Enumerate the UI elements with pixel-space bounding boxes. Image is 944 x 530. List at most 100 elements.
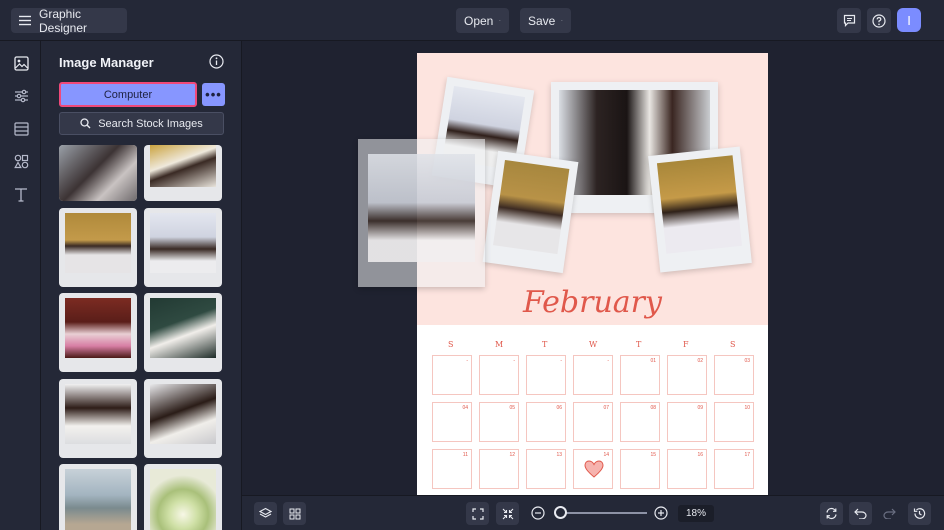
app: Graphic Designer Open Save I Image Manag…	[0, 0, 944, 530]
layers-button[interactable]	[254, 502, 277, 525]
calendar-day-cell[interactable]: 02	[667, 355, 707, 395]
app-menu-button[interactable]: Graphic Designer	[11, 6, 127, 35]
calendar-day-cell[interactable]: 13	[526, 449, 566, 489]
shapes-icon[interactable]	[12, 152, 30, 170]
image-thumbnail[interactable]	[59, 379, 137, 458]
day-number: -	[607, 358, 609, 364]
day-number: 08	[650, 405, 656, 411]
help-icon	[872, 13, 886, 28]
calendar-day-cell[interactable]: 04	[432, 402, 472, 442]
image-thumbnail[interactable]	[144, 145, 222, 201]
collage-photo[interactable]	[648, 146, 752, 273]
top-bar: Graphic Designer Open Save I	[0, 0, 944, 41]
zoom-level[interactable]: 18%	[678, 505, 714, 522]
calendar-day-cell[interactable]: -	[526, 355, 566, 395]
open-menu-button[interactable]: Open	[456, 8, 509, 33]
weekday-label: S	[730, 340, 736, 349]
comments-button[interactable]	[837, 8, 861, 33]
redo-button[interactable]	[878, 502, 901, 525]
day-number: 07	[603, 405, 609, 411]
actual-size-button[interactable]	[496, 502, 519, 525]
grid-icon	[289, 508, 300, 519]
day-number: -	[466, 358, 468, 364]
image-thumbnail[interactable]	[59, 293, 137, 372]
replace-image-button[interactable]	[820, 502, 843, 525]
zoom-out-icon[interactable]	[531, 506, 545, 520]
image-thumbnail[interactable]	[59, 145, 137, 201]
calendar-day-cell[interactable]: -	[573, 355, 613, 395]
zoom-slider-handle[interactable]	[554, 506, 567, 519]
calendar-day-cell[interactable]: 17	[714, 449, 754, 489]
open-label: Open	[464, 13, 494, 28]
tool-rail	[0, 41, 41, 530]
search-icon	[80, 118, 91, 129]
month-title[interactable]: February	[417, 285, 768, 320]
day-number: 13	[556, 452, 562, 458]
fit-screen-icon	[471, 507, 484, 520]
save-label: Save	[528, 13, 556, 28]
day-number: -	[560, 358, 562, 364]
day-number: 11	[462, 452, 468, 458]
collage-photo[interactable]	[482, 150, 579, 274]
app-title: Graphic Designer	[39, 6, 88, 35]
undo-button[interactable]	[849, 502, 872, 525]
calendar-day-cell[interactable]: 05	[479, 402, 519, 442]
calendar-day-cell[interactable]: 11	[432, 449, 472, 489]
calendar-day-cell[interactable]: 07	[573, 402, 613, 442]
weekday-label: T	[542, 340, 548, 349]
day-number: 10	[744, 405, 750, 411]
calendar-day-cell[interactable]: 16	[667, 449, 707, 489]
image-icon[interactable]	[12, 54, 30, 72]
image-thumbnail[interactable]	[59, 208, 137, 287]
upload-computer-button[interactable]: Computer	[59, 82, 197, 107]
calendar-day-cell[interactable]: 15	[620, 449, 660, 489]
calendar-day-cell[interactable]: 06	[526, 402, 566, 442]
day-number: 16	[697, 452, 703, 458]
avatar[interactable]: I	[897, 8, 921, 32]
calendar-day-cell[interactable]: -	[479, 355, 519, 395]
layout-icon[interactable]	[12, 120, 30, 138]
calendar-day-cell[interactable]: -	[432, 355, 472, 395]
calendar-day-cell[interactable]: 14	[573, 449, 613, 489]
image-thumbnail[interactable]	[144, 208, 222, 287]
day-number: 09	[697, 405, 703, 411]
image-thumbnail[interactable]	[144, 293, 222, 372]
weekday-label: W	[589, 340, 598, 349]
shrink-icon	[502, 508, 513, 519]
zoom-slider-track[interactable]	[561, 512, 647, 514]
search-stock-label: Search Stock Images	[98, 117, 203, 130]
panel-title: Image Manager	[59, 55, 154, 70]
weekday-label: F	[683, 340, 689, 349]
more-options-button[interactable]: •••	[202, 83, 225, 106]
redo-icon	[883, 508, 896, 519]
text-icon[interactable]	[12, 185, 30, 203]
day-number: -	[513, 358, 515, 364]
weekday-label: S	[448, 340, 454, 349]
chevron-down-icon	[561, 20, 563, 21]
day-number: 15	[650, 452, 656, 458]
sliders-icon[interactable]	[12, 87, 30, 105]
day-number: 04	[462, 405, 468, 411]
info-icon[interactable]	[209, 54, 224, 69]
calendar-day-cell[interactable]: 12	[479, 449, 519, 489]
image-thumbnail[interactable]	[144, 379, 222, 458]
calendar-day-cell[interactable]: 09	[667, 402, 707, 442]
weekday-label: T	[636, 340, 642, 349]
day-number: 03	[744, 358, 750, 364]
search-stock-images-button[interactable]: Search Stock Images	[59, 112, 224, 135]
chevron-down-icon	[499, 20, 501, 21]
grid-view-button[interactable]	[283, 502, 306, 525]
history-icon	[913, 508, 926, 519]
help-button[interactable]	[867, 8, 891, 33]
calendar-day-cell[interactable]: 10	[714, 402, 754, 442]
image-thumbnail[interactable]	[144, 464, 222, 530]
save-menu-button[interactable]: Save	[520, 8, 571, 33]
dragged-photo-frame[interactable]	[358, 139, 485, 287]
zoom-in-icon[interactable]	[654, 506, 668, 520]
calendar-day-cell[interactable]: 01	[620, 355, 660, 395]
image-thumbnail[interactable]	[59, 464, 137, 530]
history-button[interactable]	[908, 502, 931, 525]
calendar-day-cell[interactable]: 08	[620, 402, 660, 442]
calendar-day-cell[interactable]: 03	[714, 355, 754, 395]
fit-to-screen-button[interactable]	[466, 502, 489, 525]
